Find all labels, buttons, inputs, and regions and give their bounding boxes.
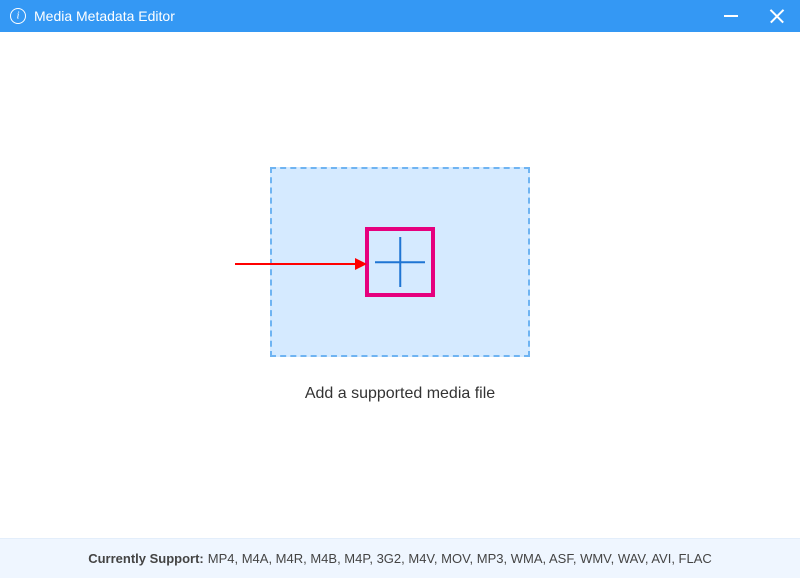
- footer-bar: Currently Support: MP4, M4A, M4R, M4B, M…: [0, 538, 800, 578]
- arrow-head-icon: [355, 258, 367, 270]
- minimize-button[interactable]: [708, 0, 754, 32]
- minimize-icon: [724, 15, 738, 17]
- app-window: Media Metadata Editor Add a supported me…: [0, 0, 800, 578]
- plus-icon: [375, 237, 425, 287]
- window-title: Media Metadata Editor: [34, 8, 175, 24]
- annotation-arrow: [235, 258, 367, 270]
- info-icon: [10, 8, 26, 24]
- close-button[interactable]: [754, 0, 800, 32]
- close-icon: [770, 9, 784, 23]
- titlebar: Media Metadata Editor: [0, 0, 800, 32]
- main-content: Add a supported media file: [0, 32, 800, 538]
- annotation-highlight: [365, 227, 435, 297]
- supported-formats: MP4, M4A, M4R, M4B, M4P, 3G2, M4V, MOV, …: [208, 551, 712, 566]
- footer-label: Currently Support:: [88, 551, 204, 566]
- dropzone-caption: Add a supported media file: [305, 385, 495, 403]
